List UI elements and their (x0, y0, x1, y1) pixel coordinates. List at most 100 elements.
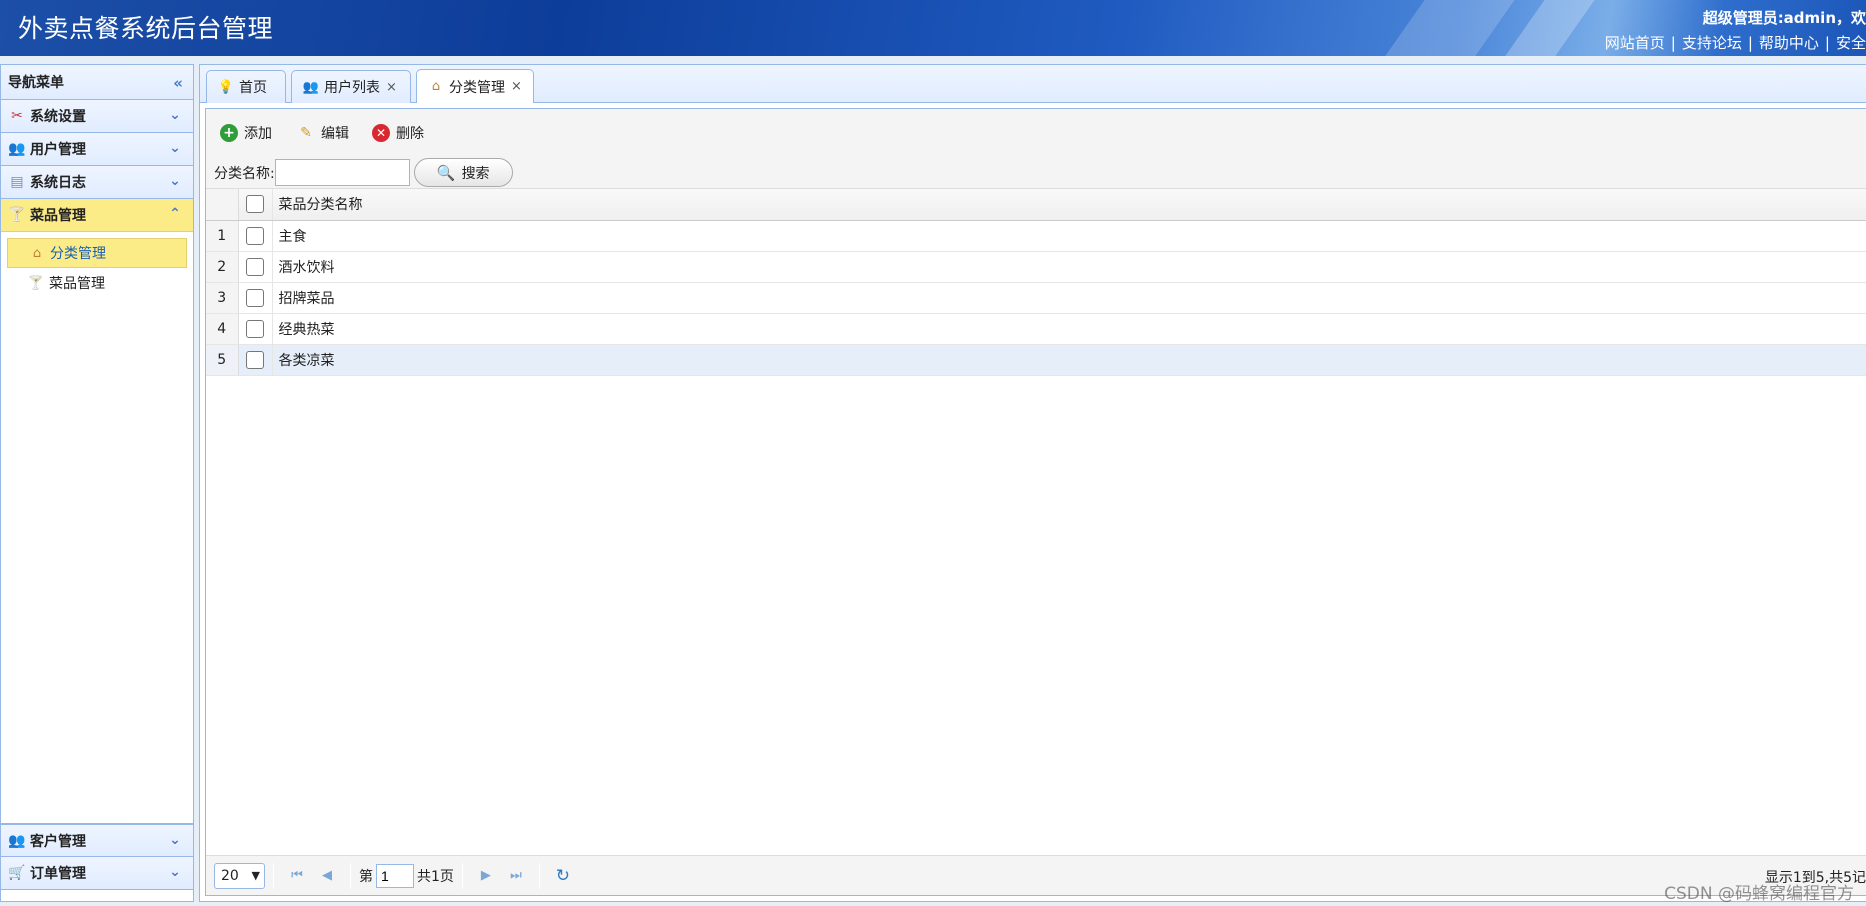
sidebar-item-label: 菜品管理 (49, 276, 105, 292)
panel-label: 系统日志 (30, 175, 86, 191)
row-checkbox-cell (238, 282, 273, 314)
expand-icon[interactable]: ⌄ (167, 832, 183, 848)
edit-button[interactable]: ✎ 编辑 (297, 121, 349, 145)
tools-icon: ✂ (11, 108, 23, 124)
page-total: 共1页 (417, 868, 454, 885)
close-icon[interactable]: × (386, 80, 397, 95)
panel-label: 菜品管理 (30, 208, 86, 224)
pagination-bar: 20 ▼ ⏮ ◀ 第 共1页 ▶ ⏭ ↻ 显示1到5,共5记 (206, 855, 1866, 895)
top-links: 网站首页 | 支持论坛 | 帮助中心 | 安全 (1604, 34, 1866, 52)
refresh-icon[interactable]: ↻ (548, 863, 578, 889)
first-page-button[interactable]: ⏮ (282, 863, 312, 889)
panel-label: 系统设置 (30, 109, 86, 125)
tab-label: 用户列表 (324, 80, 380, 96)
sidebar-item-category[interactable]: ⌂ 分类管理 (7, 238, 187, 268)
collapse-left-icon[interactable]: « (173, 74, 183, 92)
row-checkbox-cell (238, 220, 273, 252)
table-row[interactable]: 4 经典热菜 (206, 313, 1866, 345)
tab-category-management[interactable]: ⌂ 分类管理 × (416, 69, 534, 103)
category-table: 菜品分类名称 1 主食 2 酒水饮料 3 招牌菜品 4 经典热菜 5 各类凉菜 (206, 189, 1866, 376)
row-number: 5 (206, 344, 239, 376)
table-row[interactable]: 5 各类凉菜 (206, 344, 1866, 376)
category-icon: ⌂ (431, 79, 441, 94)
delete-label: 删除 (396, 126, 424, 142)
search-button-label: 搜索 (461, 165, 490, 182)
link-site-home[interactable]: 网站首页 (1605, 34, 1665, 52)
page-size-select[interactable]: 20 ▼ (214, 862, 265, 889)
pencil-icon: ✎ (300, 125, 312, 141)
expand-icon[interactable]: ⌄ (167, 173, 183, 189)
dish-icon: 🍸 (8, 207, 26, 223)
collapse-icon[interactable]: ⌃ (167, 206, 183, 222)
row-number: 2 (206, 251, 239, 283)
category-name-cell: 主食 (272, 220, 1866, 252)
row-checkbox-cell (238, 251, 273, 283)
toolbar: + 添加 ✎ 编辑 ✕ 删除 分类名称: 🔍 搜索 (206, 109, 1866, 189)
table-row[interactable]: 2 酒水饮料 (206, 251, 1866, 283)
bulb-icon: 💡 (217, 79, 235, 95)
page-number-input[interactable] (376, 863, 414, 888)
table-header-row: 菜品分类名称 (206, 189, 1866, 221)
app-title: 外卖点餐系统后台管理 (18, 14, 274, 43)
add-button[interactable]: + 添加 (220, 121, 272, 145)
header-decoration (1361, 0, 1529, 56)
column-header-name[interactable]: 菜品分类名称 (272, 189, 1866, 221)
search-icon: 🔍 (436, 163, 456, 182)
users-icon: 👥 (302, 79, 320, 95)
category-name-input[interactable] (274, 159, 410, 186)
link-security[interactable]: 安全 (1836, 34, 1866, 52)
expand-icon[interactable]: ⌄ (167, 864, 183, 880)
expand-icon[interactable]: ⌄ (167, 140, 183, 156)
last-page-button[interactable]: ⏭ (501, 863, 531, 889)
row-checkbox[interactable] (246, 226, 264, 245)
row-checkbox[interactable] (246, 319, 264, 338)
search-label: 分类名称: (214, 165, 275, 182)
table-row[interactable]: 3 招牌菜品 (206, 282, 1866, 314)
search-row: 分类名称: 🔍 搜索 (214, 158, 513, 187)
add-icon: + (220, 124, 238, 142)
prev-page-button[interactable]: ◀ (312, 863, 342, 889)
tab-home[interactable]: 💡 首页 (206, 70, 286, 103)
panel-order-management[interactable]: 🛒 订单管理 ⌄ (1, 857, 193, 890)
panel-label: 用户管理 (30, 142, 86, 158)
expand-icon[interactable]: ⌄ (167, 107, 183, 123)
table-row[interactable]: 1 主食 (206, 220, 1866, 252)
tab-label: 分类管理 (449, 79, 505, 96)
delete-button[interactable]: ✕ 删除 (372, 121, 424, 145)
page-size-value: 20 (221, 867, 239, 884)
panel-system-log[interactable]: ▤ 系统日志 ⌄ (1, 166, 193, 199)
main-area: 💡 首页 👥 用户列表 × ⌂ 分类管理 × + 添加 ✎ 编辑 ✕ 删除 分类… (199, 64, 1866, 902)
cart-icon: 🛒 (8, 865, 26, 881)
sidebar-item-label: 分类管理 (50, 246, 106, 262)
row-number: 4 (206, 313, 239, 345)
close-icon[interactable]: × (511, 79, 522, 94)
select-all-cell (238, 189, 273, 221)
panel-user-management[interactable]: 👥 用户管理 ⌄ (1, 133, 193, 166)
sidebar-item-dish[interactable]: 🍸 菜品管理 (7, 268, 187, 298)
row-checkbox[interactable] (246, 288, 264, 307)
delete-icon: ✕ (372, 124, 390, 142)
page-prefix: 第 (359, 868, 373, 885)
panel-system-settings[interactable]: ✂ 系统设置 ⌄ (1, 100, 193, 133)
row-number: 1 (206, 220, 239, 252)
link-help[interactable]: 帮助中心 (1759, 34, 1819, 52)
panel-dish-management[interactable]: 🍸 菜品管理 ⌃ (1, 199, 193, 232)
search-button[interactable]: 🔍 搜索 (413, 158, 513, 187)
edit-label: 编辑 (321, 126, 349, 142)
row-checkbox[interactable] (246, 257, 264, 276)
select-all-checkbox[interactable] (246, 195, 264, 214)
tab-user-list[interactable]: 👥 用户列表 × (291, 70, 411, 103)
row-checkbox[interactable] (246, 350, 264, 369)
link-forum[interactable]: 支持论坛 (1682, 34, 1742, 52)
sidebar: 导航菜单 « ✂ 系统设置 ⌄ 👥 用户管理 ⌄ ▤ 系统日志 ⌄ 🍸 菜品管理… (0, 64, 194, 902)
next-page-button[interactable]: ▶ (471, 863, 501, 889)
row-checkbox-cell (238, 344, 273, 376)
row-number-header (206, 189, 239, 221)
pager-divider (350, 862, 351, 889)
tab-bar: 💡 首页 👥 用户列表 × ⌂ 分类管理 × (200, 65, 1866, 103)
log-icon: ▤ (10, 174, 24, 190)
pager-divider (461, 862, 463, 889)
users-icon: 👥 (8, 141, 26, 157)
category-name-cell: 各类凉菜 (272, 344, 1866, 376)
panel-customer-management[interactable]: 👥 客户管理 ⌄ (1, 824, 193, 857)
